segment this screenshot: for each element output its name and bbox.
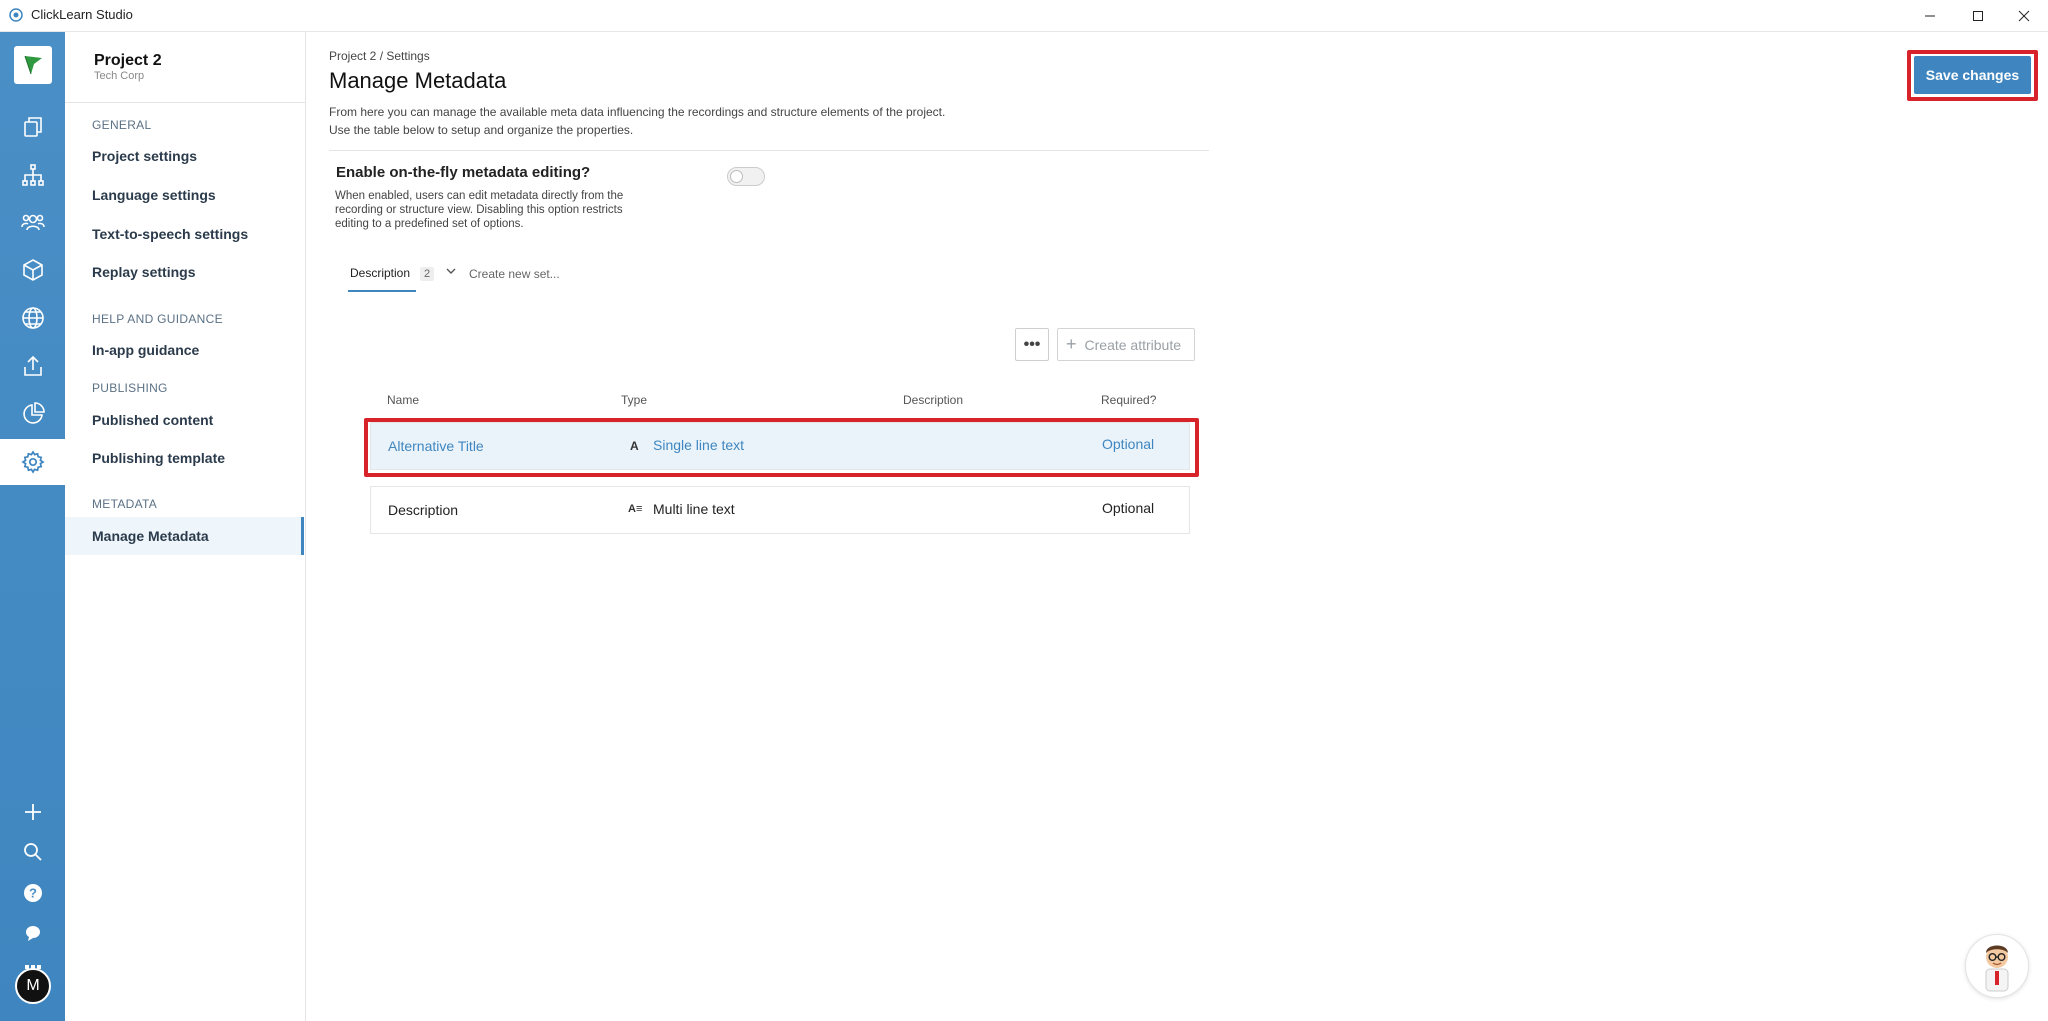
minimize-icon: [1925, 15, 1935, 16]
close-window-button[interactable]: [2001, 0, 2047, 31]
toggle-knob: [730, 170, 743, 183]
documents-icon: [23, 117, 42, 137]
svg-text:?: ?: [29, 886, 37, 901]
window-titlebar: ClickLearn Studio: [0, 0, 2048, 32]
column-header-name: Name: [387, 393, 420, 407]
settings-nav: Project 2 Tech Corp GENERAL Project sett…: [65, 32, 306, 1021]
attribute-type: Multi line text: [653, 501, 735, 517]
nav-item-published-content[interactable]: Published content: [92, 412, 213, 428]
nav-heading-publishing: PUBLISHING: [92, 381, 168, 395]
gear-icon: [20, 450, 45, 474]
rail-users[interactable]: [0, 199, 65, 245]
chat-bubble-icon: [25, 926, 40, 941]
clicklearn-logo-icon: [9, 8, 23, 22]
rail-settings[interactable]: [0, 439, 65, 485]
nav-heading-general: GENERAL: [92, 118, 152, 132]
create-new-set-link[interactable]: Create new set...: [469, 267, 560, 281]
fly-editing-toggle[interactable]: [727, 167, 765, 186]
pie-chart-icon: [22, 402, 45, 424]
users-icon: [20, 214, 45, 231]
user-avatar[interactable]: M: [15, 968, 51, 1004]
attribute-name[interactable]: Description: [388, 502, 458, 518]
table-row[interactable]: Description A≡ Multi line text Optional: [370, 486, 1190, 534]
fly-desc-line1: When enabled, users can edit metadata di…: [335, 190, 624, 202]
highlight-frame-row: [364, 418, 1199, 477]
fly-editing-title: Enable on-the-fly metadata editing?: [336, 164, 591, 181]
hierarchy-icon: [21, 164, 44, 186]
rail-publish[interactable]: [0, 343, 65, 389]
fly-desc-line2: recording or structure view. Disabling t…: [335, 204, 623, 216]
rail-structure[interactable]: [0, 152, 65, 198]
multi-line-text-icon: A≡: [628, 503, 643, 515]
nav-heading-metadata: METADATA: [92, 497, 158, 511]
nav-item-publishing-template[interactable]: Publishing template: [92, 450, 225, 466]
flag-icon: [24, 55, 42, 75]
plus-icon: +: [1066, 334, 1077, 354]
nav-item-tts-settings[interactable]: Text-to-speech settings: [92, 226, 248, 242]
rail-analytics[interactable]: [0, 391, 65, 437]
rail-documents[interactable]: [0, 104, 65, 150]
nav-item-language-settings[interactable]: Language settings: [92, 187, 216, 203]
nav-item-replay-settings[interactable]: Replay settings: [92, 264, 195, 280]
tab-count-badge: 2: [420, 267, 435, 281]
tab-active-underline: [348, 290, 416, 292]
column-header-description: Description: [903, 393, 964, 407]
page-description-line1: From here you can manage the available m…: [329, 105, 946, 119]
breadcrumb: Project 2 / Settings: [329, 49, 430, 63]
minimize-button[interactable]: [1907, 0, 1953, 31]
highlight-frame-save: [1907, 50, 2038, 101]
project-name: Project 2: [94, 52, 162, 69]
attribute-required[interactable]: Optional: [1102, 500, 1154, 516]
create-attribute-label: Create attribute: [1084, 336, 1182, 353]
help-icon: ?: [23, 884, 42, 902]
project-org: Tech Corp: [94, 70, 145, 82]
main-divider: [329, 150, 1209, 151]
nav-item-in-app-guidance[interactable]: In-app guidance: [92, 342, 199, 358]
page-description: From here you can manage the available m…: [329, 103, 1029, 139]
maximize-button[interactable]: [1955, 0, 2001, 31]
search-icon: [23, 843, 42, 861]
fly-desc-line3: editing to a predefined set of options.: [335, 218, 524, 230]
column-header-required: Required?: [1101, 393, 1157, 407]
box-icon: [22, 259, 43, 281]
nav-item-manage-metadata[interactable]: Manage Metadata: [92, 528, 209, 544]
nav-heading-help: HELP AND GUIDANCE: [92, 312, 223, 326]
nav-item-project-settings[interactable]: Project settings: [92, 148, 197, 164]
maximize-icon: [1973, 10, 1983, 21]
more-options-button[interactable]: •••: [1015, 328, 1049, 361]
rail-languages[interactable]: [0, 295, 65, 341]
mascot-icon: [1985, 945, 2009, 992]
upload-icon: [23, 355, 42, 376]
icon-rail: ? M: [0, 32, 65, 1021]
project-flag-logo[interactable]: [14, 46, 52, 84]
create-attribute-button[interactable]: + Create attribute: [1057, 328, 1195, 361]
plus-icon: [24, 804, 41, 820]
globe-icon: [21, 307, 44, 329]
window-title: ClickLearn Studio: [31, 7, 133, 22]
close-icon: [2018, 10, 2030, 21]
column-header-type: Type: [621, 393, 648, 407]
chevron-down-icon[interactable]: [445, 265, 457, 277]
page-description-line2: Use the table below to setup and organiz…: [329, 123, 634, 137]
rail-search[interactable]: [0, 829, 65, 875]
fly-editing-description: When enabled, users can edit metadata di…: [335, 189, 655, 231]
page-title: Manage Metadata: [329, 68, 507, 93]
tab-description[interactable]: Description: [350, 266, 410, 280]
assistant-mascot-button[interactable]: [1965, 934, 2029, 998]
rail-packages[interactable]: [0, 247, 65, 293]
nav-divider: [65, 102, 305, 103]
